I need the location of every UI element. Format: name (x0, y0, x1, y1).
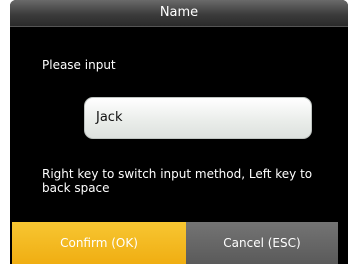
input-method-hint: Right key to switch input method, Left k… (42, 167, 313, 195)
screen-frame: Name Please input Jack Right key to swit… (0, 0, 358, 264)
input-prompt-label: Please input (42, 58, 116, 72)
name-input-field[interactable]: Jack (84, 97, 312, 139)
dialog-title: Name (10, 0, 348, 27)
confirm-button[interactable]: Confirm (OK) (12, 222, 186, 264)
cancel-button[interactable]: Cancel (ESC) (186, 222, 338, 264)
